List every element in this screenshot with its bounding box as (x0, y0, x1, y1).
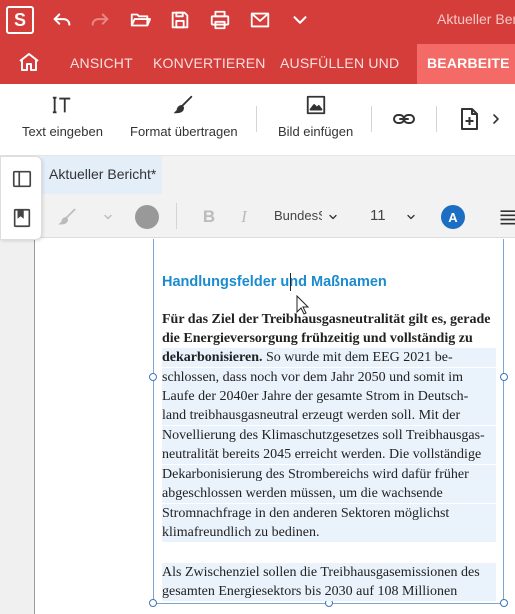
toolbar-divider (371, 106, 372, 132)
mail-icon[interactable] (248, 8, 272, 32)
format-divider (176, 203, 177, 229)
text-caret (290, 273, 291, 291)
document-tab-strip: Aktueller Bericht* (0, 156, 515, 196)
paragraph-line: Für das Ziel der Treibhausgasneutralität… (162, 312, 491, 327)
paragraph-line: gesamten Energiesektors bis 2030 auf 108… (162, 582, 496, 601)
document-tab[interactable]: Aktueller Bericht* (42, 156, 163, 194)
font-family-dropdown-icon[interactable] (326, 205, 340, 229)
paragraph-line: schlossen, dass noch vor dem Jahr 2050 u… (162, 368, 496, 387)
paragraph-line: Novellierung des Klimaschutzgesetzes sol… (162, 426, 496, 445)
italic-button[interactable]: I (233, 205, 255, 229)
chevron-down-icon[interactable] (288, 8, 312, 32)
paragraph-line: Als Zwischenziel sollen die Treibhausgas… (162, 563, 496, 582)
insert-image-button[interactable]: Bild einfügen (278, 94, 353, 139)
paragraph-line: Laufe der 2040er Jahre der gesamte Strom… (162, 387, 496, 406)
paragraph-line: die Energieversorgung frühzeitig und vol… (162, 331, 473, 346)
resize-handle[interactable] (500, 373, 508, 381)
app-logo-letter: S (13, 9, 26, 30)
format-painter-label: Format übertragen (130, 124, 238, 139)
font-size-dropdown-icon[interactable] (404, 205, 418, 229)
document-canvas[interactable]: Handlungsfelder und Maßnamen Für das Zie… (0, 239, 515, 614)
window-title: Aktueller Ber (437, 11, 515, 27)
format-bar: B I BundesS 11 A (0, 196, 515, 238)
section-heading[interactable]: Handlungsfelder und Maßnamen (162, 274, 387, 290)
font-size-select[interactable]: 11 (370, 207, 386, 224)
link-icon[interactable] (391, 106, 417, 132)
paragraph-line: klimafreundlich zu bedinen. (162, 523, 496, 542)
fill-color-icon[interactable] (134, 205, 160, 229)
insert-image-label: Bild einfügen (278, 124, 354, 139)
text-color-letter: A (441, 205, 465, 229)
text-color-button[interactable]: A (441, 205, 465, 229)
highlight-brush-icon[interactable] (55, 205, 81, 229)
print-icon[interactable] (208, 8, 232, 32)
resize-handle[interactable] (149, 599, 157, 607)
text-input-button[interactable]: Text eingeben (22, 94, 103, 139)
resize-handle[interactable] (500, 599, 508, 607)
paragraph-line: Stromnachfrage in den anderen Sektoren m… (162, 504, 496, 523)
tab-bearbeiten[interactable]: BEARBEITE (417, 44, 515, 84)
image-icon (306, 95, 325, 115)
tab-ansicht[interactable]: ANSICHT (70, 55, 133, 71)
toolbar-scroll-right-icon[interactable] (488, 106, 504, 132)
toolbar-divider (256, 106, 257, 132)
text-input-label: Text eingeben (22, 124, 103, 139)
redo-icon[interactable] (88, 8, 112, 32)
align-justify-icon[interactable] (498, 205, 515, 229)
format-painter-button[interactable]: Format übertragen (130, 94, 238, 139)
bold-run: dekarbonisieren. (162, 350, 263, 365)
open-folder-icon[interactable] (128, 8, 152, 32)
brush-icon (173, 95, 193, 114)
ribbon-tab-bar: ANSICHT KONVERTIEREN AUSFÜLLEN UND BEARB… (0, 40, 515, 84)
paragraph-line: dekarbonisieren. So wurde mit dem EEG 20… (162, 348, 496, 367)
font-family-select[interactable]: BundesS (274, 208, 322, 223)
bold-button[interactable]: B (198, 205, 220, 229)
save-icon[interactable] (168, 8, 192, 32)
toolbar-divider (436, 106, 437, 132)
title-bar: S Aktueller Ber (0, 0, 515, 40)
paragraph-line: Dekarbonisierung des Strombereichs wird … (162, 465, 496, 484)
paragraph-line: neutralität bereits 2045 erreicht werden… (162, 445, 496, 464)
resize-handle[interactable] (149, 373, 157, 381)
bookmark-panel-icon[interactable] (11, 207, 33, 229)
text-run: So wurde mit dem EEG 2021 be- (262, 350, 453, 365)
paragraph-line: land treibhausgasneutral erzeugt werden … (162, 406, 496, 425)
side-panel (0, 156, 42, 240)
app-logo[interactable]: S (6, 6, 34, 34)
undo-icon[interactable] (50, 8, 74, 32)
add-page-icon[interactable] (456, 106, 482, 132)
home-icon[interactable] (17, 50, 41, 74)
paragraph-line: abgeschlossen werden müssen, um die wach… (162, 484, 496, 503)
tab-konvertieren[interactable]: KONVERTIEREN (153, 55, 266, 71)
text-cursor-icon (53, 96, 71, 114)
sidebar-toggle-icon[interactable] (11, 168, 33, 190)
tab-ausfuellen[interactable]: AUSFÜLLEN UND (280, 55, 399, 71)
toolbar: Text eingeben Format übertragen Bild ein… (0, 84, 515, 156)
highlight-dropdown-icon[interactable] (100, 205, 116, 229)
